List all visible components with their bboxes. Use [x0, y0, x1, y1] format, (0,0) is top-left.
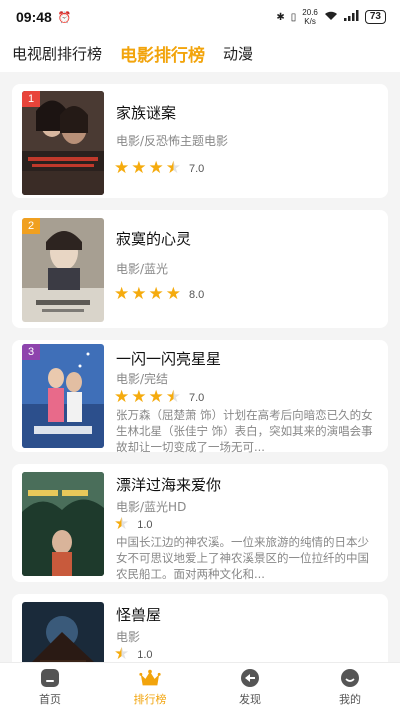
star-icon: ★ [131, 158, 147, 178]
star-icon: ★ [114, 387, 130, 407]
movie-title[interactable]: 怪兽屋 [116, 604, 161, 625]
status-icons: ✱ ▯ 20.6 K/s 73 [276, 8, 386, 26]
status-bar: 09:48 ⏰ ✱ ▯ 20.6 K/s 73 [0, 0, 400, 34]
poster-image [22, 472, 104, 576]
rank-badge: 2 [22, 218, 40, 234]
rating-score: 8.0 [189, 288, 205, 301]
nav-profile-label: 我的 [339, 693, 361, 706]
speed-unit: K/s [304, 17, 316, 26]
star-icon: ★ [148, 284, 164, 304]
rating-score: 1.0 [137, 518, 153, 531]
wifi-icon [324, 10, 338, 24]
tab-anime[interactable]: 动漫 [223, 43, 253, 64]
rank-badge: 3 [22, 344, 40, 360]
movie-genre: 电影 [116, 630, 141, 644]
speed-value: 20.6 [302, 8, 318, 17]
bluetooth-icon: ✱ [276, 11, 285, 23]
vibrate-icon: ▯ [290, 11, 297, 23]
rating-stars: ★ 1.0 [114, 516, 153, 533]
nav-home-label: 首页 [39, 693, 61, 706]
movie-poster[interactable]: 2 [22, 218, 104, 322]
discover-icon [239, 667, 261, 689]
movie-card[interactable]: 1 家族谜案 电影/反恐怖主题电影 ★ ★ ★ ★ 7.0 [12, 84, 388, 198]
star-half-icon: ★ [165, 158, 181, 178]
star-half-icon: ★ [114, 514, 130, 534]
movie-title[interactable]: 漂洋过海来爱你 [116, 474, 221, 495]
smiley-icon [339, 667, 361, 689]
star-icon: ★ [131, 387, 147, 407]
battery-icon: 73 [364, 10, 386, 24]
home-icon [39, 667, 61, 689]
movie-title[interactable]: 寂寞的心灵 [116, 228, 191, 249]
poster-image [22, 602, 104, 662]
tab-movie-ranking[interactable]: 电影排行榜 [120, 41, 205, 66]
movie-description: 张万森（屈楚萧 饰）计划在高考后向暗恋已久的女生林北星（张佳宁 饰）表白，突如其… [116, 408, 373, 454]
movie-card[interactable]: 漂洋过海来爱你 电影/蓝光HD ★ 1.0 中国长江边的神农溪。一位来旅游的纯情… [12, 464, 388, 582]
nav-ranking-label: 排行榜 [133, 693, 167, 706]
network-speed: 20.6 K/s [302, 8, 318, 26]
nav-discover[interactable]: 发现 [200, 663, 300, 711]
rating-score: 7.0 [189, 391, 205, 404]
movie-poster[interactable]: 1 [22, 91, 104, 195]
nav-profile[interactable]: 我的 [300, 663, 400, 711]
tab-tv-ranking[interactable]: 电视剧排行榜 [12, 43, 102, 64]
movie-genre: 电影/蓝光 [116, 262, 169, 276]
movie-card[interactable]: 3 一闪一闪亮星星 电影/完结 ★ ★ ★ ★ 7.0 张万森（屈楚萧 饰）计划… [12, 340, 388, 454]
movie-title[interactable]: 一闪一闪亮星星 [116, 348, 221, 369]
rating-score: 7.0 [189, 162, 205, 175]
star-icon: ★ [114, 284, 130, 304]
bottom-nav: 首页 排行榜 发现 我的 [0, 662, 400, 711]
movie-title[interactable]: 家族谜案 [116, 102, 176, 123]
crown-icon [139, 667, 161, 689]
movie-poster[interactable] [22, 602, 104, 662]
nav-ranking[interactable]: 排行榜 [100, 663, 200, 711]
movie-list[interactable]: 1 家族谜案 电影/反恐怖主题电影 ★ ★ ★ ★ 7.0 2 寂寞的心灵 电影… [0, 72, 400, 662]
rating-stars: ★ 1.0 [114, 644, 153, 663]
star-icon: ★ [131, 284, 147, 304]
movie-description: 中国长江边的神农溪。一位来旅游的纯情的日本少女不可思议地爱上了神农溪景区的一位拉… [116, 535, 369, 581]
status-time: 09:48 [16, 9, 52, 25]
movie-poster[interactable]: 3 [22, 344, 104, 448]
rating-stars: ★ ★ ★ ★ 8.0 [114, 286, 204, 303]
rating-stars: ★ ★ ★ ★ 7.0 [114, 389, 204, 406]
star-half-icon: ★ [165, 387, 181, 407]
star-icon: ★ [148, 387, 164, 407]
nav-discover-label: 发现 [239, 693, 261, 706]
rank-badge: 1 [22, 91, 40, 107]
rating-score: 1.0 [137, 648, 153, 661]
star-icon: ★ [114, 158, 130, 178]
star-icon: ★ [148, 158, 164, 178]
nav-home[interactable]: 首页 [0, 663, 100, 711]
movie-card[interactable]: 怪兽屋 电影 ★ 1.0 [12, 594, 388, 662]
star-icon: ★ [165, 284, 181, 304]
movie-genre: 电影/反恐怖主题电影 [116, 134, 229, 148]
category-tabs: 电视剧排行榜 电影排行榜 动漫 [0, 34, 400, 72]
movie-card[interactable]: 2 寂寞的心灵 电影/蓝光 ★ ★ ★ ★ 8.0 [12, 210, 388, 328]
signal-icon [343, 10, 359, 24]
rating-stars: ★ ★ ★ ★ 7.0 [114, 160, 204, 177]
star-half-icon: ★ [114, 644, 130, 663]
movie-genre: 电影/完结 [116, 372, 169, 386]
movie-poster[interactable] [22, 472, 104, 576]
movie-genre: 电影/蓝光HD [116, 500, 187, 514]
alarm-icon: ⏰ [57, 11, 72, 24]
